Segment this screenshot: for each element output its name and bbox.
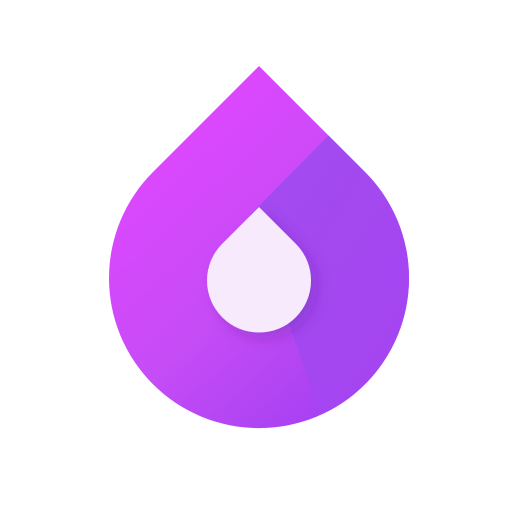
drop-logo [108, 66, 410, 429]
app-icon-canvas [0, 0, 512, 512]
